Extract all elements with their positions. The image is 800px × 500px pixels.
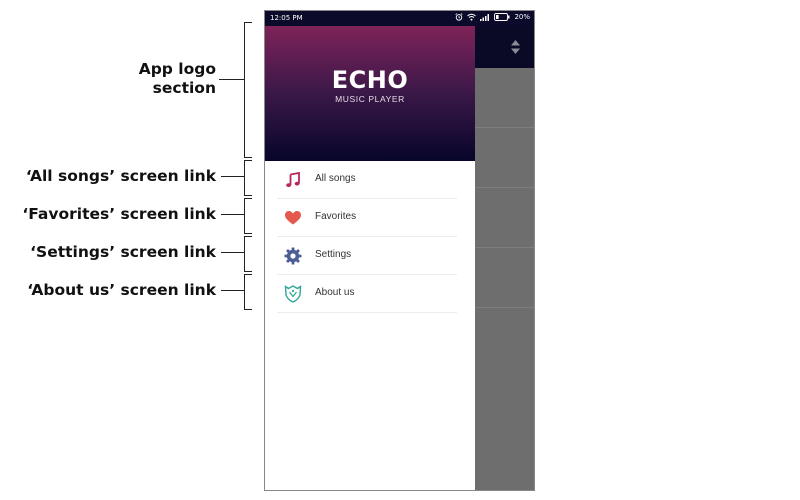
- annotation-settings-connector: [221, 252, 244, 253]
- annotation-logo-line2: section: [152, 79, 216, 97]
- annotation-logo-bracket: [244, 22, 252, 158]
- status-icons: 20%: [455, 13, 530, 21]
- status-bar: 12:05 PM 20%: [265, 11, 534, 26]
- nav-item-all-songs[interactable]: All songs: [265, 161, 475, 199]
- background-list-divider: [475, 247, 534, 248]
- gear-icon: [284, 247, 302, 265]
- nav-item-settings[interactable]: Settings: [265, 237, 475, 275]
- battery-icon: [494, 13, 510, 21]
- nav-item-favorites[interactable]: Favorites: [265, 199, 475, 237]
- app-logo-subtitle: MUSIC PLAYER: [335, 94, 405, 104]
- battery-percentage: 20%: [514, 13, 530, 21]
- annotation-about-us: ‘About us’ screen link: [27, 281, 216, 299]
- annotation-favorites-connector: [221, 214, 244, 215]
- annotation-about-us-bracket: [244, 274, 252, 310]
- annotation-all-songs-connector: [221, 176, 244, 177]
- alarm-icon: [455, 13, 464, 21]
- heart-icon: [285, 211, 301, 225]
- annotation-about-us-connector: [221, 290, 244, 291]
- nav-item-label: Favorites: [315, 211, 357, 222]
- status-time: 12:05 PM: [270, 14, 303, 22]
- wifi-icon: [467, 13, 477, 21]
- background-list-divider: [475, 127, 534, 128]
- app-logo-title: ECHO: [331, 66, 409, 94]
- app-logo-section: ECHO MUSIC PLAYER: [265, 26, 475, 161]
- annotation-all-songs-bracket: [244, 160, 252, 196]
- annotation-favorites: ‘Favorites’ screen link: [22, 205, 216, 223]
- annotation-settings: ‘Settings’ screen link: [30, 243, 216, 261]
- shield-icon: [284, 285, 302, 303]
- nav-item-label: Settings: [315, 249, 352, 260]
- annotation-logo-connector: [219, 79, 244, 80]
- menu-divider: [277, 312, 457, 313]
- navigation-drawer: ECHO MUSIC PLAYER All songs Favorites Se…: [265, 26, 475, 490]
- annotation-logo-line1: App logo: [138, 60, 216, 78]
- background-list-divider: [475, 187, 534, 188]
- sort-icon[interactable]: [511, 40, 520, 54]
- annotation-favorites-bracket: [244, 198, 252, 234]
- annotation-settings-bracket: [244, 236, 252, 272]
- signal-icon: [480, 14, 490, 21]
- nav-item-label: About us: [315, 287, 355, 298]
- annotation-logo-section: App logo section: [139, 60, 216, 98]
- nav-item-label: All songs: [315, 173, 356, 184]
- background-list-divider: [475, 307, 534, 308]
- annotation-all-songs: ‘All songs’ screen link: [25, 167, 216, 185]
- nav-item-about-us[interactable]: About us: [265, 275, 475, 313]
- phone-screen: 12:05 PM 20% ECHO MUSIC PLAYER All songs…: [264, 10, 535, 491]
- music-note-icon: [286, 171, 300, 188]
